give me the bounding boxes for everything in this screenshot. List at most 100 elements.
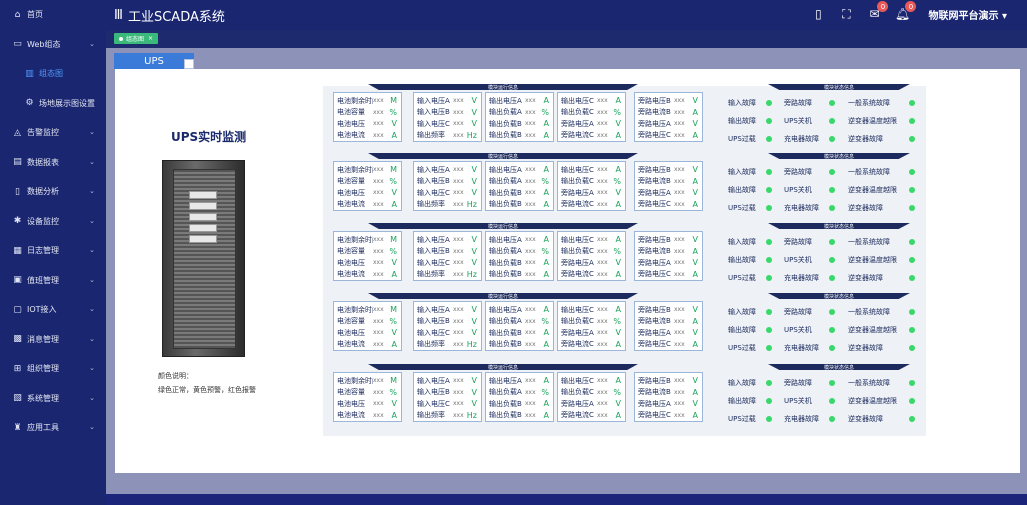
- measurement-value: xxx: [597, 97, 608, 105]
- measurement-value: xxx: [674, 236, 685, 244]
- measurement-unit: A: [543, 119, 549, 129]
- measurement-unit: A: [391, 130, 397, 140]
- sidebar-item[interactable]: ▢ IOT接入 ⌄: [0, 295, 106, 325]
- measurement-unit: A: [391, 410, 397, 420]
- measurement-value: xxx: [597, 377, 608, 385]
- measurement-value: xxx: [373, 120, 384, 128]
- measurement-unit: V: [471, 399, 477, 409]
- sidebar-item[interactable]: ▭ Web组态 ⌄: [0, 30, 106, 60]
- status-indicator: [903, 377, 915, 389]
- measurement-label: 输出频率: [417, 131, 445, 140]
- measurement-value: xxx: [373, 108, 384, 116]
- tab-configuration[interactable]: 组态图 ×: [114, 33, 159, 44]
- measurement-value: xxx: [597, 259, 608, 267]
- measurement-value: xxx: [674, 97, 685, 105]
- measurement-card: 输出电压A xxx A 输出负载A xxx% 输出负载B xxx A 输出负载B xxx A: [485, 231, 554, 281]
- measurement-unit: A: [543, 339, 549, 349]
- tab-strip: 组态图 ×: [114, 33, 159, 45]
- measurement-label: 输出负载B: [489, 188, 522, 197]
- measurement-row: 电池电流 xxx A: [337, 130, 398, 142]
- sidebar-item[interactable]: ♜ 应用工具 ⌄: [0, 413, 106, 443]
- status-indicator: [903, 97, 915, 109]
- status-indicator: [823, 202, 835, 214]
- measurement-row: 输入电压A xxx V: [417, 375, 478, 387]
- sidebar-item[interactable]: ▥ 组态图: [0, 59, 106, 89]
- status-indicator-icon: [829, 205, 835, 211]
- measurement-unit: %: [541, 316, 549, 326]
- sidebar-item[interactable]: ◬ 告警监控 ⌄: [0, 118, 106, 148]
- measurement-value: xxx: [525, 200, 536, 208]
- sidebar-item[interactable]: ⌂ 首页: [0, 0, 106, 30]
- measurement-unit: A: [543, 188, 549, 198]
- measurement-unit: A: [615, 96, 621, 106]
- measurement-row: 旁路电压A xxx V: [638, 257, 699, 269]
- mobile-icon[interactable]: ▯: [810, 6, 826, 22]
- measurement-row: 输出负载B xxx A: [489, 187, 550, 199]
- user-menu[interactable]: 物联网平台演示 ▾: [928, 7, 1007, 22]
- bell-badge: 0: [905, 1, 917, 12]
- measurement-row: 输入电压C xxx V: [417, 118, 478, 130]
- status-label: 一般系统故障: [848, 379, 890, 387]
- sidebar-item[interactable]: ✱ 设备监控 ⌄: [0, 207, 106, 237]
- bell-off-icon[interactable]: 🔔︎ 0: [894, 1, 917, 22]
- measurement-label: 电池容量: [337, 247, 365, 256]
- sidebar-item[interactable]: ▧ 系统管理 ⌄: [0, 384, 106, 414]
- measurement-label: 输出电压C: [561, 376, 594, 385]
- close-icon[interactable]: ×: [148, 35, 153, 42]
- measurement-unit: M: [390, 96, 397, 106]
- sidebar-item[interactable]: ▤ 数据报表 ⌄: [0, 148, 106, 178]
- user-name: 物联网平台演示: [928, 10, 999, 22]
- measurement-row: 输出负载C xxx%: [561, 316, 622, 328]
- sidebar-item[interactable]: ▩ 消息管理 ⌄: [0, 325, 106, 355]
- status-indicator-icon: [909, 205, 915, 211]
- measurement-label: 输入电压C: [417, 399, 450, 408]
- measurement-value: xxx: [597, 247, 608, 255]
- status-item: 输出故障: [728, 184, 756, 196]
- measurement-value: xxx: [453, 131, 464, 139]
- status-indicator: [823, 254, 835, 266]
- status-label: 输入故障: [728, 379, 756, 387]
- measurement-row: 输出负载B xxx A: [489, 327, 550, 339]
- measurement-value: xxx: [674, 411, 685, 419]
- measurement-value: xxx: [525, 270, 536, 278]
- measurement-value: xxx: [674, 306, 685, 314]
- measurement-unit: %: [389, 246, 397, 256]
- measurement-row: 旁路电流C xxx A: [561, 269, 622, 281]
- sidebar-item[interactable]: ⚙ 场地展示图设置: [0, 89, 106, 119]
- measurement-value: xxx: [674, 317, 685, 325]
- status-indicator-icon: [766, 205, 772, 211]
- menu-icon[interactable]: Ⅲ: [114, 8, 123, 23]
- measurement-unit: V: [692, 119, 698, 129]
- status-indicator: [760, 202, 772, 214]
- status-label: 输入故障: [728, 308, 756, 316]
- status-indicator-icon: [766, 136, 772, 142]
- edit-corner-icon[interactable]: [184, 59, 194, 69]
- user-chevron-icon: ▾: [1001, 10, 1007, 22]
- measurement-row: 电池容量 xxx%: [337, 387, 398, 399]
- status-indicator-icon: [829, 380, 835, 386]
- measurement-unit: V: [471, 387, 477, 397]
- mail-icon[interactable]: ✉ 0: [866, 1, 889, 22]
- sidebar-item[interactable]: ▣ 值班管理 ⌄: [0, 266, 106, 296]
- measurement-row: 旁路电流B xxx A: [638, 246, 699, 258]
- status-indicator: [760, 184, 772, 196]
- measurement-label: 输出负载A: [489, 317, 522, 326]
- fullscreen-icon[interactable]: ⛶: [838, 6, 854, 22]
- measurement-label: 电池电压: [337, 328, 365, 337]
- status-label: 逆变器温度越限: [848, 186, 897, 194]
- sidebar-item[interactable]: ▯ 数据分析 ⌄: [0, 177, 106, 207]
- monitor-title: UPS实时监测: [171, 130, 247, 144]
- measurement-value: xxx: [453, 329, 464, 337]
- sidebar-item[interactable]: ▦ 日志管理 ⌄: [0, 236, 106, 266]
- measurement-value: xxx: [453, 236, 464, 244]
- measurement-label: 电池电压: [337, 119, 365, 128]
- status-label: 旁路故障: [784, 379, 812, 387]
- measurement-value: xxx: [597, 108, 608, 116]
- ups-tab[interactable]: UPS: [114, 53, 194, 69]
- sidebar-item-label: 消息管理: [27, 334, 59, 344]
- measurement-value: xxx: [373, 259, 384, 267]
- measurement-value: xxx: [674, 177, 685, 185]
- sidebar-item[interactable]: ⊞ 组织管理 ⌄: [0, 354, 106, 384]
- status-label: 一般系统故障: [848, 238, 890, 246]
- measurement-unit: Hz: [466, 199, 477, 209]
